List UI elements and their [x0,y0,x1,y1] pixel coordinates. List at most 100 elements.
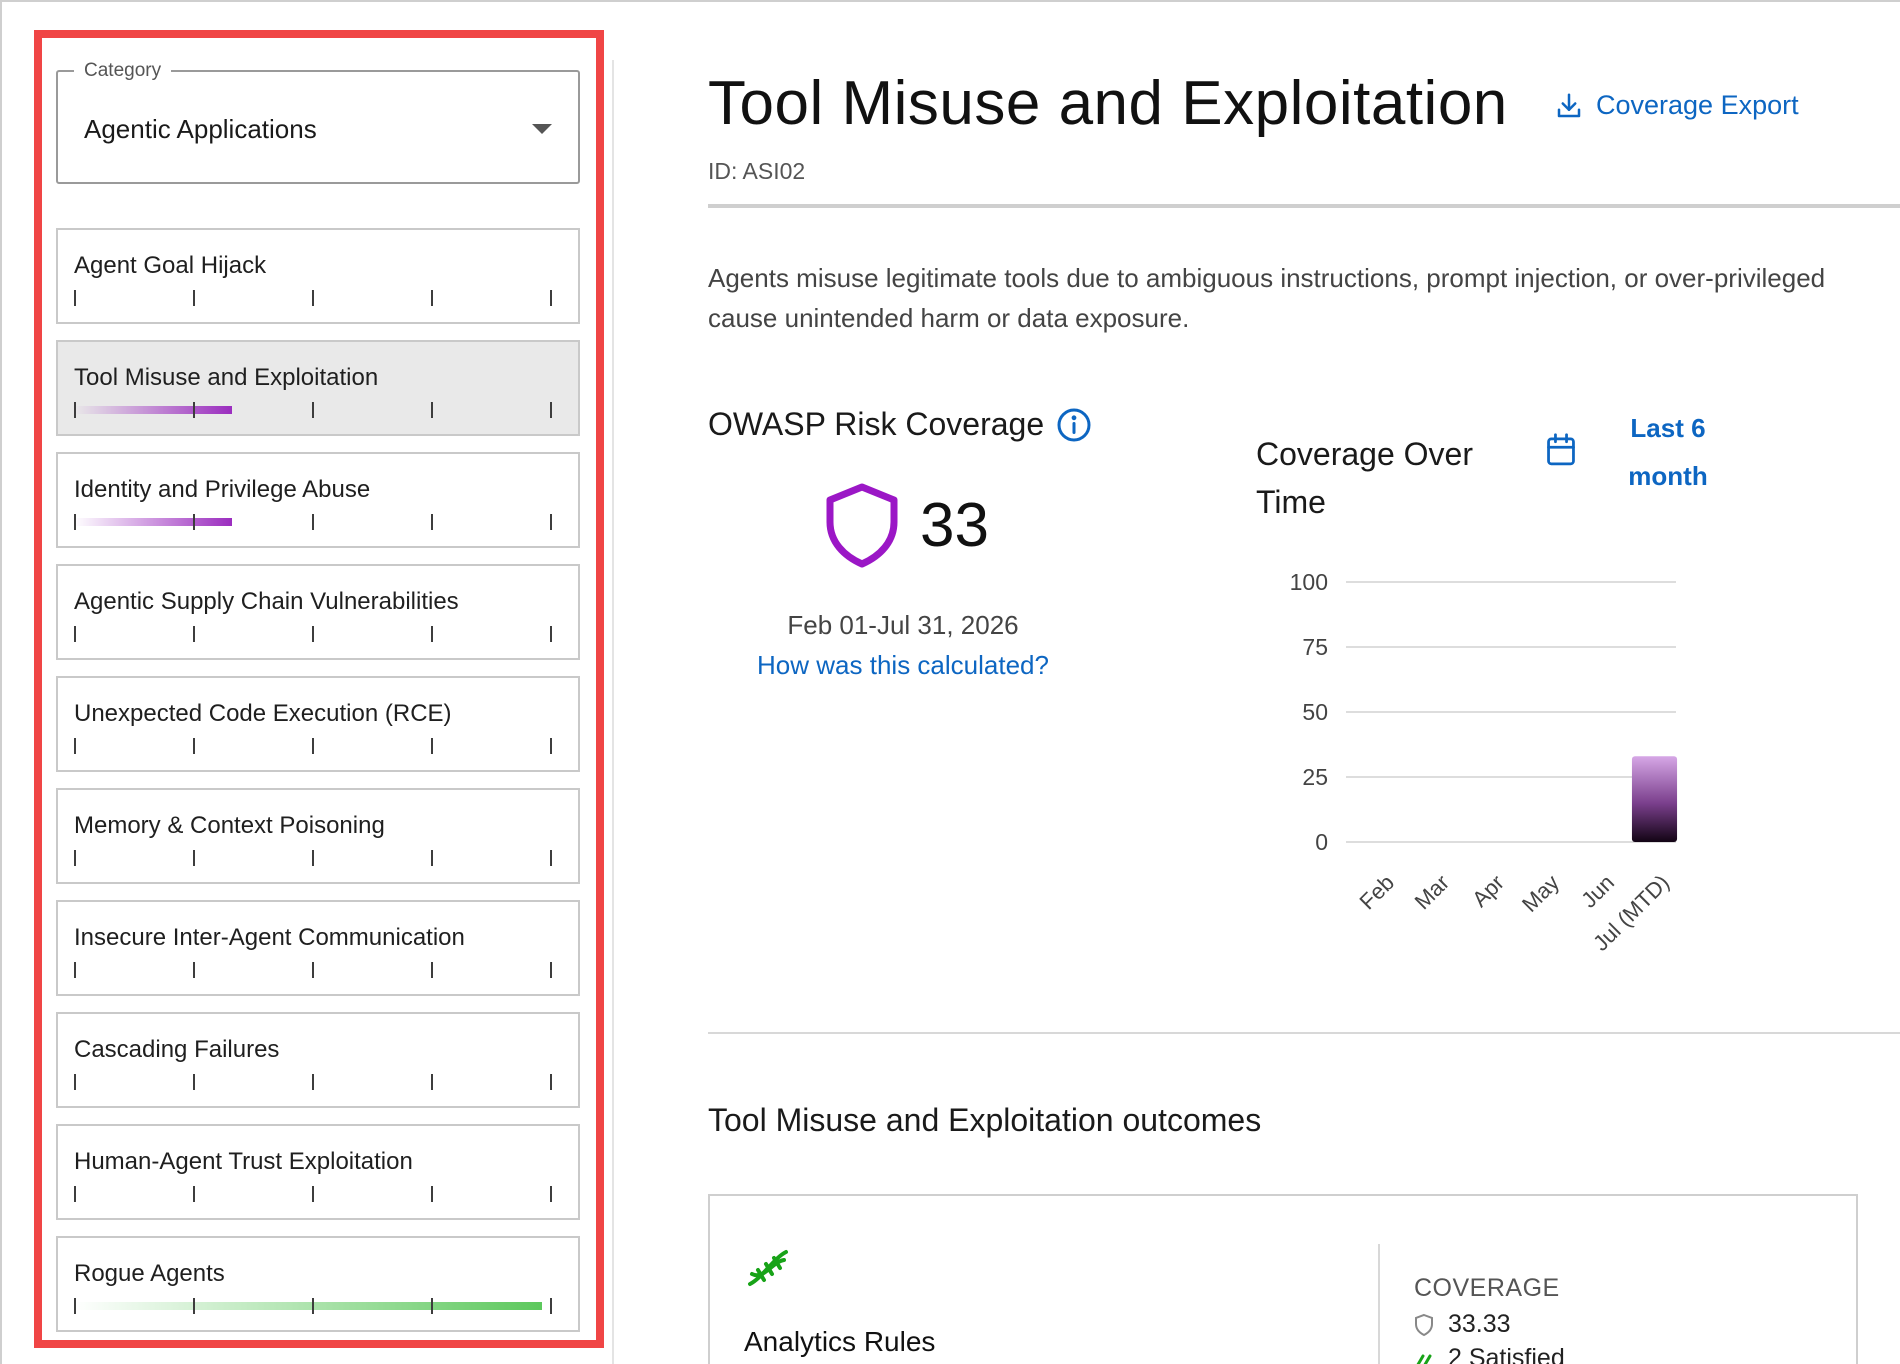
download-icon [1557,93,1581,117]
category-progress-track [74,1074,552,1090]
progress-tick [312,962,314,978]
info-icon[interactable] [1056,407,1092,443]
category-item[interactable]: Memory & Context Poisoning [56,788,580,884]
progress-tick [312,1186,314,1202]
category-item[interactable]: Identity and Privilege Abuse [56,452,580,548]
progress-tick [550,1298,552,1314]
progress-tick [74,962,76,978]
progress-tick [550,962,552,978]
category-item-label: Tool Misuse and Exploitation [74,364,379,391]
progress-tick [431,850,433,866]
risk-id: ID: ASI02 [708,158,806,184]
category-item-label: Human-Agent Trust Exploitation [74,1148,413,1175]
coverage-row: 33.33 [1414,1310,1511,1339]
progress-tick [74,290,76,306]
progress-tick [193,402,195,418]
progress-tick [431,738,433,754]
category-progress-fill [74,406,232,414]
description-line-1: Agents misuse legitimate tools due to am… [708,263,1826,293]
category-progress-track [74,626,552,642]
y-tick-label: 0 [1315,829,1328,855]
category-item[interactable]: Cascading Failures [56,1012,580,1108]
app-frame: Category Agentic Applications Agent Goal… [0,0,1900,1364]
category-item-label: Rogue Agents [74,1260,225,1287]
y-tick-label: 25 [1302,764,1328,790]
coverage-label: COVERAGE [1414,1274,1560,1302]
progress-tick [550,738,552,754]
satisfied-count: 2 Satisfied [1448,1344,1565,1364]
x-tick-label: May [1517,870,1564,917]
satisfied-row: 2 Satisfied [1414,1344,1565,1364]
category-sidebar: Category Agentic Applications Agent Goal… [34,30,604,1348]
outcome-card[interactable]: Analytics Rules COVERAGE 33.33 2 Satisfi… [708,1194,1858,1364]
x-tick-label: Apr [1467,870,1509,912]
category-progress-track [74,1298,552,1314]
progress-tick [431,402,433,418]
coverage-score-value: 33 [920,490,989,560]
progress-tick [193,738,195,754]
category-item-label: Agent Goal Hijack [74,252,267,279]
progress-tick [193,850,195,866]
category-select[interactable]: Category Agentic Applications [56,60,580,184]
progress-tick [74,738,76,754]
coverage-export-label: Coverage Export [1596,90,1799,120]
coverage-value: 33.33 [1448,1310,1511,1338]
dna-icon [748,1250,788,1286]
satisfied-icon [1416,1354,1432,1364]
progress-tick [74,1074,76,1090]
category-progress-track [74,290,552,306]
category-progress-track [74,738,552,754]
y-tick-label: 75 [1302,634,1328,660]
caret-down-icon [532,124,552,134]
progress-tick [193,1074,195,1090]
progress-tick [550,1186,552,1202]
period-selector[interactable]: Last 6 month [1608,404,1728,500]
progress-tick [550,626,552,642]
progress-tick [74,1298,76,1314]
x-tick-label: Feb [1355,870,1399,914]
progress-tick [431,1298,433,1314]
category-item-label: Unexpected Code Execution (RCE) [74,700,452,727]
progress-tick [193,1186,195,1202]
coverage-date-range: Feb 01-Jul 31, 2026 [787,610,1019,640]
progress-tick [431,962,433,978]
coverage-score: 33 [824,482,989,568]
calendar-icon[interactable] [1544,432,1578,468]
progress-tick [193,626,195,642]
card-divider [1378,1244,1380,1364]
title-divider [708,204,1900,208]
category-progress-track [74,402,552,418]
progress-tick [550,850,552,866]
coverage-export-button[interactable]: Coverage Export [1554,90,1799,121]
category-item[interactable]: Rogue Agents [56,1236,580,1332]
owasp-coverage-title: OWASP Risk Coverage [708,406,1045,442]
progress-tick [193,1298,195,1314]
page-title: Tool Misuse and Exploitation [708,69,1508,138]
coverage-over-time-heading: Coverage Over Time [1256,436,1473,520]
category-item[interactable]: Agent Goal Hijack [56,228,580,324]
how-calculated-link[interactable]: How was this calculated? [708,650,1098,681]
progress-tick [550,1074,552,1090]
y-tick-label: 100 [1290,569,1328,595]
category-list: Agent Goal Hijack Tool Misuse and Exploit… [56,228,580,1348]
description-line-2: cause unintended harm or data exposure. [708,303,1190,333]
category-item[interactable]: Unexpected Code Execution (RCE) [56,676,580,772]
progress-tick [74,514,76,530]
progress-tick [431,1186,433,1202]
outcomes-heading: Tool Misuse and Exploitation outcomes [708,1102,1262,1138]
y-tick-label: 50 [1302,699,1328,725]
progress-tick [193,290,195,306]
category-item[interactable]: Insecure Inter-Agent Communication [56,900,580,996]
progress-tick [74,1186,76,1202]
progress-tick [193,514,195,530]
category-item[interactable]: Human-Agent Trust Exploitation [56,1124,580,1220]
progress-tick [431,290,433,306]
chart-bar[interactable] [1631,756,1678,842]
coverage-over-time-chart: 1007550250Feb Mar Apr May JunJul (MTD) [1290,569,1678,956]
category-progress-track [74,962,552,978]
section-divider [708,1032,1900,1034]
category-item[interactable]: Tool Misuse and Exploitation [56,340,580,436]
category-item-label: Identity and Privilege Abuse [74,476,371,503]
category-select-label: Category [74,60,172,82]
category-item[interactable]: Agentic Supply Chain Vulnerabilities [56,564,580,660]
